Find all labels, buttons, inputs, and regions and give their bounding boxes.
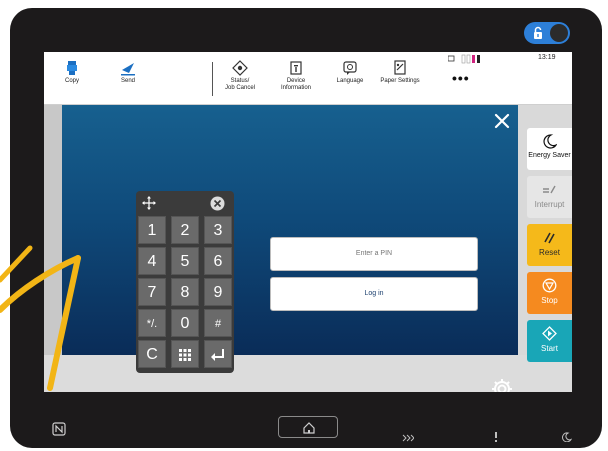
energy-saver-button[interactable]: Energy Saver: [527, 128, 572, 170]
menu-device-label-1: Device: [286, 78, 306, 84]
menu-device-information[interactable]: Device Information: [266, 60, 326, 92]
key-4[interactable]: 4: [138, 247, 166, 275]
lock-toggle[interactable]: [524, 22, 570, 44]
menu-paper-label: Paper Settings: [380, 78, 420, 84]
key-grid[interactable]: [171, 340, 199, 368]
reset-icon: [544, 232, 555, 244]
key-0[interactable]: 0: [171, 309, 199, 337]
lock-icon: [534, 26, 542, 39]
data-indicator-icon: [402, 434, 414, 442]
printer-device: 13:19 Copy Send Status/ Job Cancel Devic…: [0, 0, 608, 451]
left-strip: [44, 105, 62, 392]
key-8[interactable]: 8: [171, 278, 199, 306]
interrupt-label: Interrupt: [534, 200, 565, 209]
grid-icon: [179, 349, 191, 361]
status-icon: [232, 60, 248, 76]
stop-icon: [542, 278, 557, 293]
key-6[interactable]: 6: [204, 247, 232, 275]
key-hash[interactable]: #: [204, 309, 232, 337]
key-3[interactable]: 3: [204, 216, 232, 244]
pin-input[interactable]: [270, 237, 478, 271]
key-2[interactable]: 2: [171, 216, 199, 244]
language-icon: [343, 61, 357, 75]
energy-saver-label: Energy Saver: [528, 152, 571, 159]
send-icon: [121, 63, 135, 76]
moon-icon: [543, 134, 557, 149]
menu-paper-settings[interactable]: Paper Settings: [370, 60, 430, 85]
key-clear[interactable]: C: [138, 340, 166, 368]
reset-label: Reset: [539, 248, 560, 257]
start-button[interactable]: Start: [527, 320, 572, 362]
start-label: Start: [541, 344, 558, 353]
keypad-close-icon[interactable]: [210, 196, 225, 211]
move-icon[interactable]: [142, 196, 156, 210]
interrupt-button[interactable]: Interrupt: [527, 176, 572, 218]
menu-status-job-cancel[interactable]: Status/ Job Cancel: [210, 60, 270, 92]
toggle-knob: [550, 24, 568, 42]
more-menu-button[interactable]: •••: [452, 70, 470, 86]
login-button[interactable]: Log in: [270, 277, 478, 311]
key-star-slash-dot[interactable]: */.: [138, 309, 166, 337]
home-icon: [303, 422, 315, 434]
touch-screen: 13:19 Copy Send Status/ Job Cancel Devic…: [44, 52, 572, 392]
login-panel: Log in 1 2 3 4 5 6 7 8 9 */. 0 # C: [62, 105, 518, 392]
menu-send[interactable]: Send: [98, 60, 158, 85]
menu-language-label: Language: [336, 78, 364, 84]
key-enter[interactable]: [204, 340, 232, 368]
settings-gear-icon[interactable]: [490, 377, 514, 392]
key-9[interactable]: 9: [204, 278, 232, 306]
close-icon[interactable]: [492, 111, 512, 131]
nfc-icon: [52, 422, 66, 436]
reset-button[interactable]: Reset: [527, 224, 572, 266]
home-button[interactable]: [278, 416, 338, 438]
paper-settings-icon: [394, 60, 406, 75]
status-indicator-icons: [448, 54, 480, 64]
attention-indicator-icon: [495, 432, 497, 442]
menu-status-label-1: Status/: [230, 78, 250, 84]
menu-status-label-2: Job Cancel: [224, 85, 256, 91]
key-5[interactable]: 5: [171, 247, 199, 275]
menu-send-label: Send: [120, 78, 135, 84]
enter-icon: [211, 349, 224, 361]
menu-copy[interactable]: Copy: [44, 60, 102, 85]
interrupt-icon: [543, 185, 556, 194]
bottom-bezel-bar: [10, 408, 602, 446]
start-icon: [542, 326, 557, 341]
energy-saver-indicator-icon: [562, 432, 572, 442]
menu-device-label-2: Information: [280, 85, 311, 91]
clock: 13:19: [538, 54, 556, 61]
stop-button[interactable]: Stop: [527, 272, 572, 314]
device-info-icon: [290, 61, 302, 75]
copy-icon: [67, 61, 77, 75]
key-1[interactable]: 1: [138, 216, 166, 244]
stop-label: Stop: [541, 296, 558, 305]
menu-copy-label: Copy: [64, 78, 79, 84]
keypad-header: [136, 191, 234, 215]
top-menu-bar: 13:19 Copy Send Status/ Job Cancel Devic…: [44, 52, 572, 105]
numeric-keypad: 1 2 3 4 5 6 7 8 9 */. 0 # C: [136, 191, 234, 373]
key-7[interactable]: 7: [138, 278, 166, 306]
